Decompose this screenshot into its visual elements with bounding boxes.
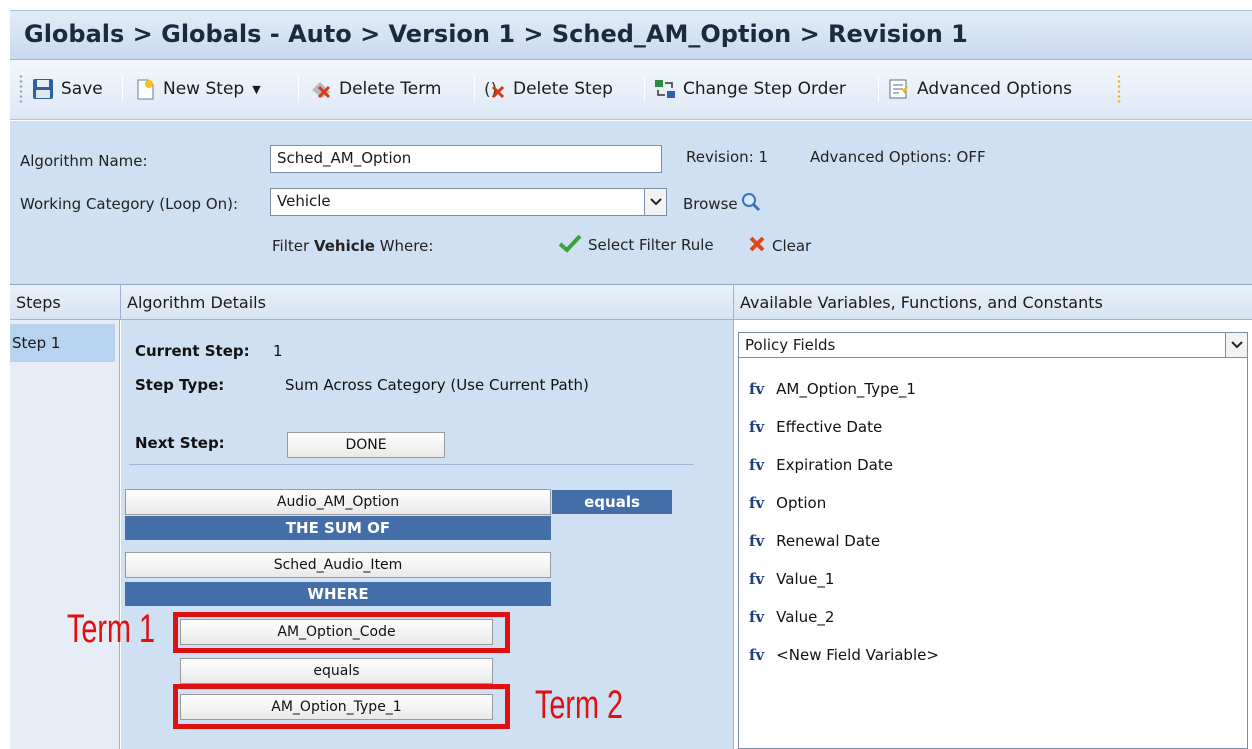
- variables-panel: Policy Fields fv AM_Option_Type_1 fv Effec…: [734, 320, 1252, 749]
- chevron-down-icon[interactable]: [1225, 333, 1247, 357]
- column-headers: Steps Algorithm Details Available Variab…: [10, 285, 1252, 320]
- save-label: Save: [61, 79, 103, 99]
- where-band: WHERE: [125, 582, 551, 606]
- checkmark-icon: [558, 233, 582, 257]
- field-variable-icon: fv: [749, 646, 765, 664]
- variable-list: fv AM_Option_Type_1 fv Effective Date fv Ex…: [738, 358, 1248, 749]
- variable-source-value: Policy Fields: [745, 336, 836, 354]
- advanced-options-status: Advanced Options: OFF: [810, 148, 986, 166]
- step-type-value: Sum Across Category (Use Current Path): [285, 376, 589, 394]
- next-step-label: Next Step:: [135, 434, 225, 452]
- term-1-variable[interactable]: AM_Option_Code: [180, 619, 493, 645]
- toolbar-grip[interactable]: [18, 74, 24, 104]
- operator-button[interactable]: equals: [180, 658, 493, 684]
- list-item[interactable]: fv Effective Date: [749, 418, 882, 442]
- algorithm-details-panel: Current Step: 1 Step Type: Sum Across Ca…: [67, 320, 734, 749]
- field-variable-icon: fv: [749, 494, 765, 512]
- toolbar: Save New Step ▼ Delete Term () Delete St…: [10, 60, 1252, 120]
- save-button[interactable]: Save: [32, 73, 103, 105]
- field-variable-icon: fv: [749, 456, 765, 474]
- algorithm-name-input[interactable]: Sched_AM_Option: [270, 145, 662, 173]
- delete-step-icon: (): [484, 78, 506, 100]
- field-variable-icon: fv: [749, 418, 765, 436]
- result-variable[interactable]: Audio_AM_Option: [125, 489, 551, 515]
- algorithm-form: Algorithm Name: Sched_AM_Option Revision…: [10, 121, 1252, 285]
- list-item[interactable]: fv AM_Option_Type_1: [749, 380, 916, 404]
- field-variable-icon: fv: [749, 570, 765, 588]
- term-2-annotation: Term 2: [535, 683, 624, 727]
- sum-of-band: THE SUM OF: [125, 516, 551, 540]
- title-bar: Globals > Globals - Auto > Version 1 > S…: [10, 10, 1252, 60]
- term-2-variable[interactable]: AM_Option_Type_1: [180, 694, 493, 720]
- working-category-select[interactable]: Vehicle: [270, 188, 667, 216]
- delete-term-label: Delete Term: [339, 79, 442, 99]
- steps-list: Step 1: [10, 320, 120, 749]
- select-filter-rule-button[interactable]: Select Filter Rule: [558, 233, 714, 257]
- step-type-label: Step Type:: [135, 376, 225, 394]
- select-filter-rule-label: Select Filter Rule: [588, 236, 714, 254]
- browse-label: Browse: [683, 195, 738, 213]
- new-document-icon: [134, 78, 156, 100]
- red-x-icon: [748, 235, 766, 257]
- sum-variable[interactable]: Sched_Audio_Item: [125, 552, 551, 578]
- floppy-disk-icon: [32, 78, 54, 100]
- current-step-label: Current Step:: [135, 342, 250, 360]
- field-variable-icon: fv: [749, 532, 765, 550]
- advanced-options-button[interactable]: Advanced Options: [888, 73, 1072, 105]
- browse-link[interactable]: Browse: [683, 191, 762, 217]
- dropdown-arrow-icon[interactable]: ▼: [252, 83, 260, 96]
- working-category-value: Vehicle: [277, 192, 331, 210]
- revision-text: Revision: 1: [686, 148, 769, 166]
- clear-button[interactable]: Clear: [748, 235, 811, 257]
- variable-source-select[interactable]: Policy Fields: [738, 332, 1248, 358]
- list-item[interactable]: fv Option: [749, 494, 826, 518]
- reorder-icon: [654, 78, 676, 100]
- new-step-button[interactable]: New Step ▼: [134, 73, 261, 105]
- algorithm-details-header: Algorithm Details: [121, 285, 734, 320]
- equals-operator-band: equals: [552, 490, 672, 514]
- list-item[interactable]: fv Renewal Date: [749, 532, 880, 556]
- chevron-down-icon[interactable]: [644, 189, 666, 215]
- step-item[interactable]: Step 1: [10, 324, 115, 362]
- advanced-options-label: Advanced Options: [917, 79, 1072, 99]
- delete-term-icon: [310, 78, 332, 100]
- delete-step-label: Delete Step: [513, 79, 613, 99]
- divider: [129, 464, 694, 465]
- filter-prefix: Filter: [272, 237, 310, 255]
- change-step-order-button[interactable]: Change Step Order: [654, 73, 846, 105]
- delete-term-button[interactable]: Delete Term: [310, 73, 441, 105]
- term-1-annotation: Term 1: [67, 607, 156, 651]
- toolbar-overflow-grip[interactable]: [1116, 74, 1122, 104]
- delete-step-button[interactable]: () Delete Step: [484, 73, 613, 105]
- clear-label: Clear: [772, 237, 812, 255]
- filter-suffix: Where:: [379, 237, 434, 255]
- field-variable-icon: fv: [749, 380, 765, 398]
- change-step-order-label: Change Step Order: [683, 79, 846, 99]
- next-step-button[interactable]: DONE: [287, 432, 445, 458]
- filter-label: Filter Vehicle Where:: [272, 237, 433, 255]
- new-step-label: New Step: [163, 79, 245, 99]
- magnifier-icon: [740, 191, 762, 217]
- current-step-value: 1: [273, 342, 283, 360]
- field-variable-icon: fv: [749, 608, 765, 626]
- advanced-options-icon: [888, 78, 910, 100]
- list-item[interactable]: fv Value_2: [749, 608, 834, 632]
- steps-header: Steps: [10, 285, 121, 320]
- breadcrumb: Globals > Globals - Auto > Version 1 > S…: [24, 20, 968, 48]
- list-item[interactable]: fv <New Field Variable>: [749, 646, 939, 670]
- filter-category: Vehicle: [313, 237, 375, 255]
- algorithm-name-label: Algorithm Name:: [20, 152, 148, 170]
- available-variables-header: Available Variables, Functions, and Cons…: [740, 293, 1103, 312]
- working-category-label: Working Category (Loop On):: [20, 195, 239, 213]
- list-item[interactable]: fv Value_1: [749, 570, 834, 594]
- list-item[interactable]: fv Expiration Date: [749, 456, 893, 480]
